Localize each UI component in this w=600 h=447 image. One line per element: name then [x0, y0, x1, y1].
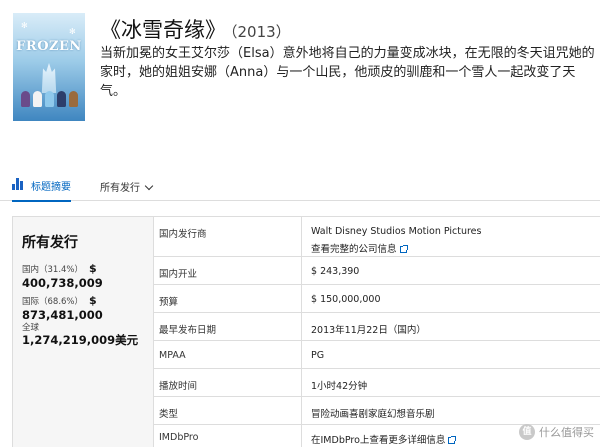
- movie-poster[interactable]: ✻ ✻ FROZEN: [13, 13, 85, 121]
- international-amount[interactable]: 873,481,000: [22, 308, 150, 322]
- row-key: 国内发行商: [159, 229, 207, 240]
- watermark: 值 什么值得买: [519, 424, 594, 440]
- summary-heading: 所有发行: [22, 235, 78, 251]
- worldwide-amount: 1,274,219,009美元: [22, 333, 139, 347]
- release-panel: 所有发行 国内（31.4%） $ 400,738,009 国际（68.6%） $ 8…: [12, 216, 600, 447]
- bar-chart-icon: [12, 178, 26, 190]
- row-key: 预算: [159, 297, 179, 308]
- table-row: 预算 $ 150,000,000: [153, 285, 600, 313]
- snowflake-icon: ✻: [21, 21, 28, 30]
- row-value: 1小时42分钟: [311, 381, 368, 392]
- row-key: 播放时间: [159, 381, 198, 392]
- currency-symbol: $: [89, 262, 97, 275]
- snowflake-icon: ✻: [69, 27, 76, 36]
- domestic-amount[interactable]: 400,738,009: [22, 276, 150, 290]
- row-value: PG: [311, 350, 325, 361]
- movie-synopsis: 当新加冕的女王艾尔莎（Elsa）意外地将自己的力量变成冰块，在无限的冬天诅咒她的…: [100, 46, 595, 99]
- chevron-down-icon: [144, 181, 154, 191]
- title-text: 《冰雪奇缘》: [100, 18, 226, 42]
- row-key: 类型: [159, 409, 179, 420]
- tab-all-releases[interactable]: 所有发行: [100, 179, 154, 194]
- worldwide-label: 全球: [22, 323, 40, 333]
- external-link-icon: [399, 245, 408, 253]
- tab-all-releases-label: 所有发行: [100, 183, 140, 194]
- row-value: $ 150,000,000: [311, 294, 381, 305]
- international-gross: 国际（68.6%） $ 873,481,000: [22, 289, 150, 322]
- table-row: 最早发布日期 2013年11月22日（国内）: [153, 313, 600, 341]
- row-value: 2013年11月22日（国内）: [311, 325, 426, 336]
- table-row: 国内开业 $ 243,390: [153, 257, 600, 285]
- poster-logo: FROZEN: [16, 39, 82, 54]
- gross-summary: 所有发行 国内（31.4%） $ 400,738,009 国际（68.6%） $ 8…: [12, 217, 154, 447]
- worldwide-gross: 全球 1,274,219,009美元: [22, 321, 150, 347]
- tab-bar: 标题摘要 所有发行: [0, 172, 600, 202]
- row-value: Walt Disney Studios Motion Pictures: [311, 226, 482, 237]
- tab-title-summary[interactable]: 标题摘要: [12, 178, 71, 202]
- row-key: IMDbPro: [159, 432, 199, 443]
- table-row: 类型 冒险动画喜剧家庭幻想音乐剧: [153, 397, 600, 425]
- table-row: 国内发行商 Walt Disney Studios Motion Picture…: [153, 217, 600, 257]
- watermark-badge-icon: 值: [519, 424, 535, 440]
- currency-symbol: $: [89, 294, 97, 307]
- tab-title-summary-label: 标题摘要: [31, 182, 71, 193]
- row-key: 最早发布日期: [159, 325, 217, 336]
- movie-title: 《冰雪奇缘》 （2013）: [100, 14, 291, 44]
- table-row: MPAA PG: [153, 341, 600, 369]
- watermark-text: 什么值得买: [539, 426, 594, 439]
- imdbpro-link[interactable]: 在IMDbPro上查看更多详细信息: [311, 432, 457, 446]
- external-link-icon: [448, 436, 457, 444]
- international-label: 国际（68.6%）: [22, 297, 84, 307]
- poster-characters: [19, 87, 79, 107]
- table-row: 播放时间 1小时42分钟: [153, 369, 600, 397]
- row-value: $ 243,390: [311, 266, 360, 277]
- row-value: 冒险动画喜剧家庭幻想音乐剧: [311, 409, 435, 420]
- company-info-link[interactable]: 查看完整的公司信息: [311, 241, 408, 255]
- release-year: （2013）: [230, 23, 291, 41]
- row-key: 国内开业: [159, 269, 198, 280]
- row-key: MPAA: [159, 350, 186, 361]
- imdbpro-link-label: 在IMDbPro上查看更多详细信息: [311, 435, 446, 446]
- company-info-link-label: 查看完整的公司信息: [311, 244, 397, 255]
- domestic-gross: 国内（31.4%） $ 400,738,009: [22, 257, 150, 290]
- domestic-label: 国内（31.4%）: [22, 265, 84, 275]
